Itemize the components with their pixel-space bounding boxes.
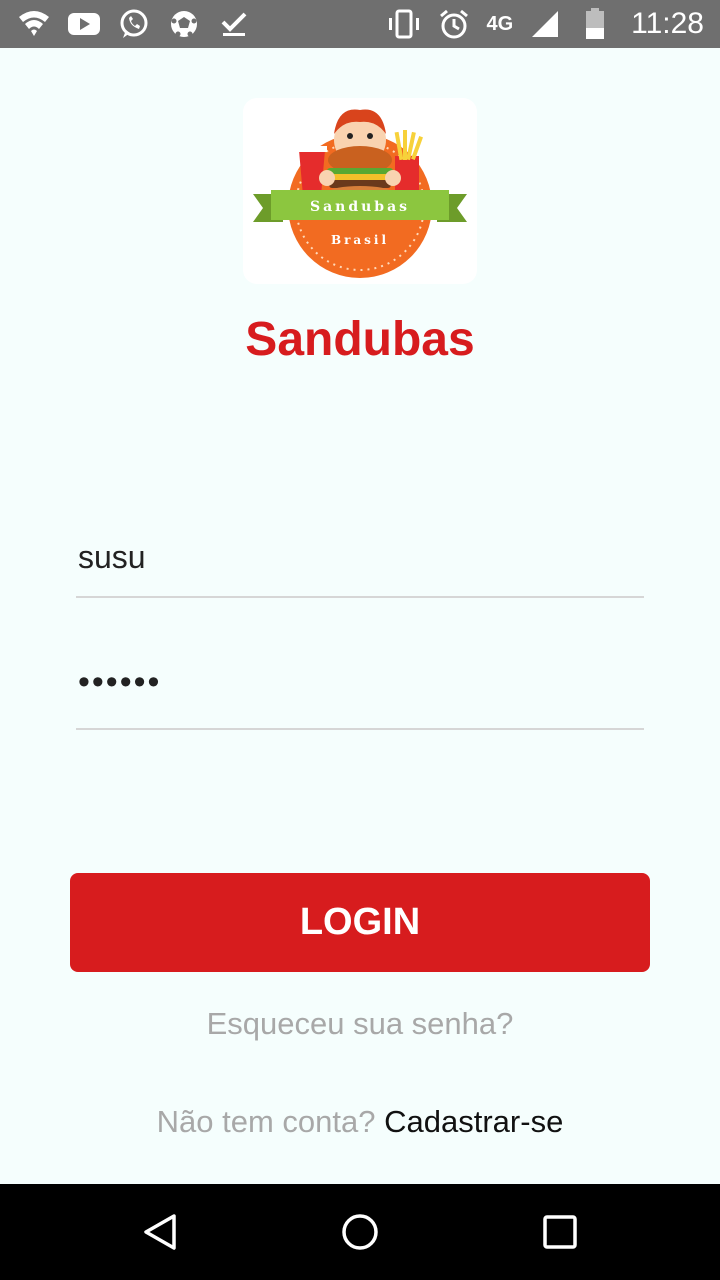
notification-icons <box>16 6 252 42</box>
wifi-signal-icon <box>16 6 52 42</box>
signup-prompt: Não tem conta? Cadastrar-se <box>0 1104 720 1140</box>
status-bar: 4G 11:28 <box>0 0 720 48</box>
no-account-label: Não tem conta? <box>156 1104 376 1139</box>
back-icon[interactable] <box>132 1204 188 1260</box>
soccer-ball-icon <box>166 6 202 42</box>
download-done-icon <box>216 6 252 42</box>
sandubas-logo-graphic: Sandubas Brasil <box>253 109 467 278</box>
app-logo: Sandubas Brasil <box>243 98 477 284</box>
clock: 11:28 <box>631 7 704 40</box>
recents-icon[interactable] <box>532 1204 588 1260</box>
username-field[interactable]: susu <box>76 528 644 598</box>
youtube-icon <box>66 6 102 42</box>
password-field[interactable]: •••••• <box>76 660 644 730</box>
vibrate-icon <box>386 6 422 42</box>
alarm-icon <box>436 6 472 42</box>
whatsapp-icon <box>116 6 152 42</box>
cell-signal-icon <box>527 6 563 42</box>
logo-text-bottom: Brasil <box>331 233 389 247</box>
network-type-label: 4G <box>486 12 514 35</box>
username-input-value[interactable]: susu <box>78 539 146 576</box>
forgot-password-link[interactable]: Esqueceu sua senha? <box>0 1006 720 1042</box>
logo-text-top: Sandubas <box>310 199 410 215</box>
password-input-value[interactable]: •••••• <box>78 663 161 702</box>
signup-link[interactable]: Cadastrar-se <box>384 1104 563 1139</box>
system-icons: 4G 11:28 <box>386 6 704 42</box>
login-button[interactable]: LOGIN <box>70 873 650 972</box>
app-title: Sandubas <box>245 313 475 366</box>
navigation-bar <box>0 1184 720 1280</box>
home-icon[interactable] <box>332 1204 388 1260</box>
battery-icon <box>577 6 613 42</box>
